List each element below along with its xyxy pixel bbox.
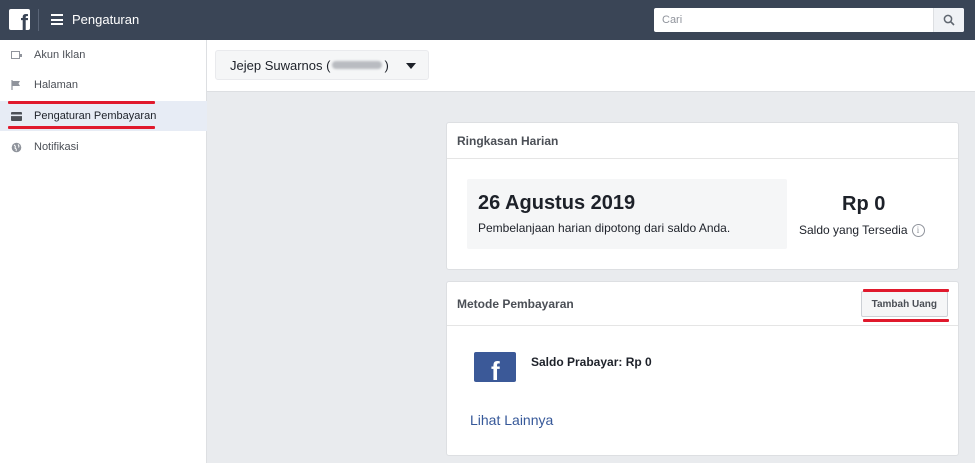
highlight-line-top <box>8 101 155 104</box>
search-input[interactable] <box>654 8 933 32</box>
top-bar: f Pengaturan <box>0 0 975 40</box>
account-bar: Jejep Suwarnos ( ) <box>207 40 975 92</box>
topbar-divider <box>38 9 39 31</box>
facebook-logo-icon: f <box>474 352 516 382</box>
sidebar-item-label: Akun Iklan <box>34 49 86 61</box>
sidebar-item-label: Halaman <box>34 79 79 91</box>
sidebar-item-label: Notifikasi <box>34 141 79 153</box>
sidebar-item-ad-account[interactable]: Akun Iklan <box>0 40 207 70</box>
summary-date: 26 Agustus 2019 <box>478 192 636 214</box>
summary-date-box: 26 Agustus 2019 Pembelanjaan harian dipo… <box>467 179 787 249</box>
highlight-line-bottom <box>863 319 949 322</box>
facebook-logo-icon[interactable]: f <box>9 9 30 30</box>
add-funds-button[interactable]: Tambah Uang <box>860 291 948 317</box>
ad-account-icon <box>10 49 22 61</box>
redacted-account-id <box>332 61 383 69</box>
daily-summary-card: Ringkasan Harian 26 Agustus 2019 Pembela… <box>446 122 959 270</box>
credit-card-icon <box>10 110 22 122</box>
payment-method-card: Metode Pembayaran Tambah Uang f Saldo Pr… <box>446 281 959 456</box>
balance-label-text: Saldo yang Tersedia <box>799 223 908 237</box>
highlight-line-bottom <box>8 126 155 129</box>
account-name-prefix: Jejep Suwarnos ( <box>230 57 331 73</box>
hamburger-menu-icon[interactable] <box>51 14 63 25</box>
search-box <box>654 8 964 32</box>
info-icon[interactable]: i <box>911 223 925 237</box>
page-title: Pengaturan <box>72 12 140 27</box>
search-icon <box>943 14 955 26</box>
prepaid-balance-label: Saldo Prabayar: Rp 0 <box>531 355 652 369</box>
available-balance-label: Saldo yang Tersedia i <box>799 223 925 237</box>
see-more-link[interactable]: Lihat Lainnya <box>470 412 553 428</box>
account-name-suffix: ) <box>384 57 389 73</box>
card-title: Ringkasan Harian <box>447 123 958 159</box>
account-selector[interactable]: Jejep Suwarnos ( ) <box>215 50 429 80</box>
summary-description: Pembelanjaan harian dipotong dari saldo … <box>478 221 731 235</box>
sidebar-item-notifications[interactable]: Notifikasi <box>0 132 207 162</box>
flag-icon <box>10 79 22 91</box>
globe-icon <box>10 141 22 153</box>
available-balance-value: Rp 0 <box>842 193 886 215</box>
caret-down-icon <box>406 63 416 69</box>
payment-method-title: Metode Pembayaran <box>457 296 574 311</box>
sidebar-item-label: Pengaturan Pembayaran <box>34 110 157 122</box>
sidebar-item-pages[interactable]: Halaman <box>0 70 207 100</box>
highlight-line-top <box>863 289 949 292</box>
search-button[interactable] <box>933 8 964 32</box>
